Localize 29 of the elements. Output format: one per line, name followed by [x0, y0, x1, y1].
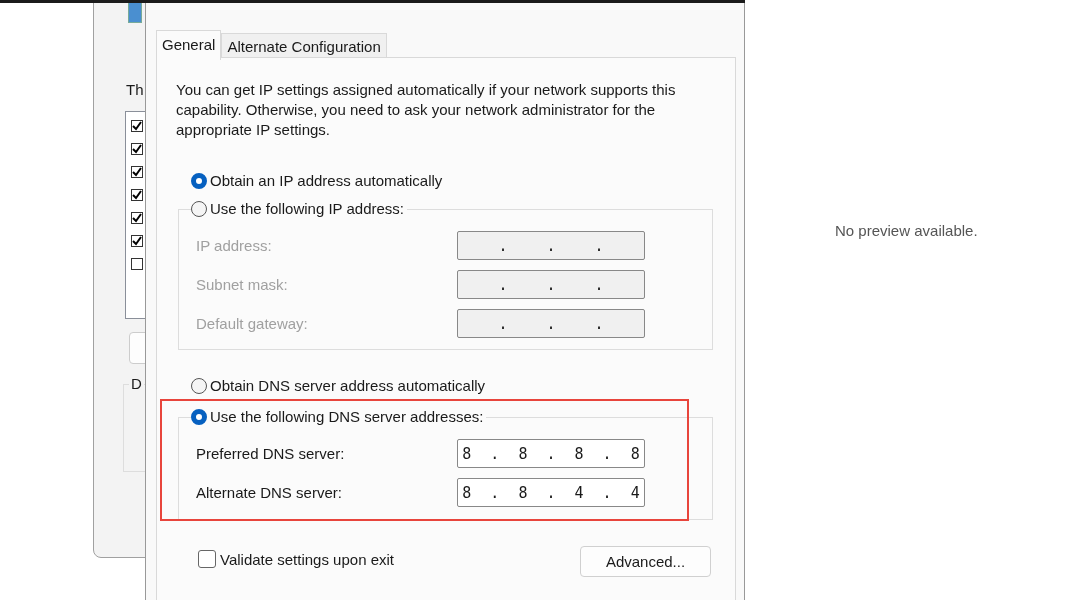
checkbox[interactable] — [131, 189, 143, 201]
checkbox[interactable] — [131, 143, 143, 155]
radio-button[interactable] — [191, 200, 207, 217]
field-label: Preferred DNS server: — [196, 445, 345, 462]
radio-button[interactable] — [191, 172, 207, 189]
field-label: Default gateway: — [196, 315, 308, 332]
ip-address-field[interactable]: 8 . 8 . 8 . 8 — [457, 439, 645, 468]
checkbox[interactable] — [131, 120, 143, 132]
advanced-button[interactable]: Advanced... — [580, 546, 711, 577]
ip-address-field[interactable]: 8 . 8 . 4 . 4 — [457, 478, 645, 507]
radio-button[interactable] — [191, 377, 207, 394]
checkbox[interactable] — [131, 166, 143, 178]
checkbox[interactable] — [131, 258, 143, 270]
field-label: IP address: — [196, 237, 272, 254]
radio-button[interactable] — [191, 408, 207, 425]
radio-option[interactable]: Obtain an IP address automatically — [191, 172, 443, 189]
checkbox[interactable] — [198, 550, 216, 568]
description-text: You can get IP settings assigned automatically if your network supports this capability. Otherwise, you need to ask your network administrator for the appropriate IP settings. — [176, 80, 677, 140]
tab[interactable]: General — [156, 30, 222, 60]
checkbox[interactable] — [131, 212, 143, 224]
radio-option[interactable]: Use the following DNS server addresses: — [191, 408, 487, 425]
radio-option[interactable]: Use the following IP address: — [191, 200, 407, 217]
radio-option[interactable]: Obtain DNS server address automatically — [191, 377, 486, 394]
field-label: Alternate DNS server: — [196, 484, 342, 501]
checkbox-option[interactable]: Validate settings upon exit — [198, 550, 394, 568]
field-label: Subnet mask: — [196, 276, 288, 293]
checkbox[interactable] — [131, 235, 143, 247]
section-label: Th — [126, 81, 144, 98]
preview-message: No preview available. — [835, 222, 978, 239]
